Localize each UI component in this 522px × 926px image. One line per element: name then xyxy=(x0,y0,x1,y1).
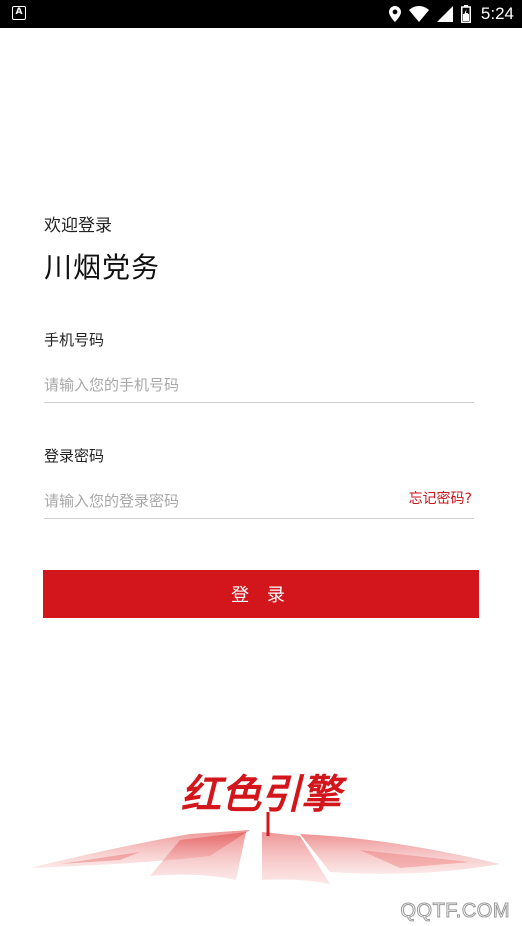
location-icon xyxy=(388,6,401,22)
welcome-text: 欢迎登录 xyxy=(44,216,112,236)
wifi-icon xyxy=(408,6,429,22)
status-bar: A 5:24 xyxy=(0,0,522,28)
status-time: 5:24 xyxy=(480,4,514,23)
signal-icon xyxy=(436,6,453,22)
forgot-password-link[interactable]: 忘记密码? xyxy=(409,488,472,508)
status-icons: 5:24 xyxy=(388,0,514,28)
notification-a-icon: A xyxy=(12,6,26,20)
login-screen: A 5:24 欢迎登录 川烟党务 手机号码 登录密码 忘记密码? 登 录 xyxy=(0,0,522,926)
login-button[interactable]: 登 录 xyxy=(43,570,479,618)
red-engine-logo: 红色引擎 xyxy=(0,760,522,900)
app-title: 川烟党务 xyxy=(44,251,161,284)
battery-icon xyxy=(460,5,471,23)
password-label: 登录密码 xyxy=(44,447,105,465)
phone-label: 手机号码 xyxy=(44,331,105,349)
phone-input[interactable] xyxy=(44,367,474,403)
logo-text: 红色引擎 xyxy=(181,771,348,818)
watermark-text: QQTF.COM xyxy=(400,900,510,923)
